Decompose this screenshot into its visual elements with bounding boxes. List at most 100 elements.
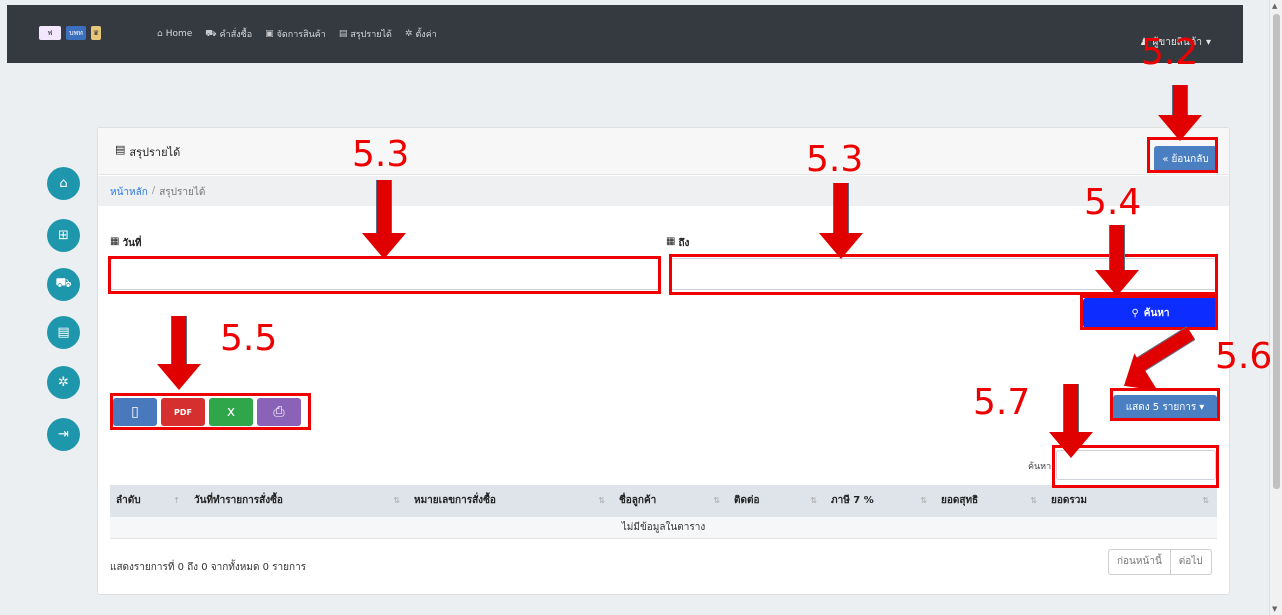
annotation-box-search bbox=[1080, 295, 1218, 330]
scroll-up-icon[interactable]: ▲ bbox=[1272, 2, 1277, 10]
report-icon: ▤ bbox=[57, 325, 70, 340]
column-header-label: ยอดสุทธิ bbox=[941, 495, 979, 506]
scroll-down-icon[interactable]: ▼ bbox=[1272, 605, 1277, 613]
revenue-card: ▤ สรุปรายได้ « ย้อนกลับ หน้าหลัก / สรุปร… bbox=[97, 127, 1230, 595]
breadcrumb-current: สรุปรายได้ bbox=[159, 187, 206, 198]
nav-orders-label: คำสั่งซื้อ bbox=[219, 30, 253, 40]
side-logout-button[interactable]: ⇥ bbox=[47, 418, 80, 451]
prev-page-button[interactable]: ก่อนหน้านี้ bbox=[1109, 550, 1170, 574]
table-empty-row: ไม่มีข้อมูลในตาราง bbox=[110, 517, 1217, 539]
breadcrumb-home[interactable]: หน้าหลัก bbox=[110, 185, 148, 200]
page-title-text: สรุปรายได้ bbox=[129, 146, 181, 159]
logout-icon: ⇥ bbox=[58, 427, 69, 442]
cart-icon: ⛟ bbox=[205, 28, 217, 39]
column-header-label: ยอดรวม bbox=[1051, 495, 1087, 506]
arrow-head-icon bbox=[1158, 115, 1202, 141]
annotation-label-5-3b: 5.3 bbox=[806, 139, 864, 180]
arrow-head-icon bbox=[819, 233, 863, 259]
arrow-head-icon bbox=[1049, 432, 1093, 458]
scrollbar[interactable]: ▲ ▼ bbox=[1269, 0, 1282, 615]
column-header[interactable]: หมายเลขการสั่งซื้อ ⇅ bbox=[408, 485, 613, 517]
annotation-label-5-3: 5.3 bbox=[352, 134, 410, 175]
side-home-button[interactable]: ⌂ bbox=[47, 167, 80, 200]
chevron-down-icon: ▾ bbox=[1205, 37, 1211, 48]
page-title: ▤ สรุปรายได้ bbox=[115, 143, 180, 161]
breadcrumb-bar: หน้าหลัก / สรุปรายได้ bbox=[98, 176, 1229, 206]
table-info: แสดงรายการที่ 0 ถึง 0 จากทั้งหมด 0 รายกา… bbox=[110, 562, 307, 573]
side-revenue-button[interactable]: ▤ bbox=[47, 316, 80, 349]
column-header[interactable]: ลำดับ ↑ bbox=[110, 485, 188, 517]
box-plus-icon: ⊞ bbox=[58, 228, 69, 243]
logo-group: ฟ บพท ♛ bbox=[39, 26, 101, 40]
column-header[interactable]: ยอดรวม ⇅ bbox=[1045, 485, 1217, 517]
logo-bpt: บพท bbox=[66, 26, 86, 40]
arrow-down-icon bbox=[833, 183, 849, 235]
nav-products-label: จัดการสินค้า bbox=[276, 30, 326, 40]
nav-products[interactable]: ▣ จัดการสินค้า bbox=[265, 27, 326, 41]
column-header-label: วันที่ทำรายการสั่งซื้อ bbox=[194, 495, 283, 506]
gear-icon: ✲ bbox=[404, 29, 413, 39]
next-page-button[interactable]: ต่อไป bbox=[1169, 550, 1211, 574]
sort-icon: ⇅ bbox=[810, 496, 817, 505]
date-to-label-text: ถึง bbox=[678, 238, 690, 249]
breadcrumb-separator: / bbox=[151, 185, 156, 196]
nav-home[interactable]: ⌂ Home bbox=[157, 27, 192, 41]
column-header[interactable]: ชื่อลูกค้า ⇅ bbox=[613, 485, 728, 517]
page: ฟ บพท ♛ ⌂ Home ⛟ คำสั่งซื้อ ▣ จัดการสินค้า … bbox=[0, 0, 1282, 615]
arrow-head-icon bbox=[157, 364, 201, 390]
table-search-label: ค้นหา: bbox=[1028, 462, 1055, 472]
logo-seal: ฟ bbox=[39, 26, 61, 40]
arrow-head-icon bbox=[1095, 270, 1139, 296]
table-header: ลำดับ ↑ วันที่ทำรายการสั่งซื้อ ⇅ หมายเลขกา… bbox=[110, 485, 1217, 517]
breadcrumb: หน้าหลัก / สรุปรายได้ bbox=[110, 185, 205, 200]
annotation-label-5-6: 5.6 bbox=[1215, 336, 1273, 377]
date-from-label-text: วันที่ bbox=[122, 238, 142, 249]
side-orders-button[interactable]: ⛟ bbox=[47, 268, 80, 301]
date-from-label: ▦ วันที่ bbox=[110, 236, 142, 251]
arrow-down-icon bbox=[1109, 225, 1125, 272]
box-icon: ▣ bbox=[265, 29, 274, 39]
column-header-label: หมายเลขการสั่งซื้อ bbox=[414, 495, 496, 506]
date-to-label: ▦ ถึง bbox=[666, 236, 689, 251]
card-header: ▤ สรุปรายได้ « ย้อนกลับ bbox=[98, 128, 1229, 175]
sort-icon: ⇅ bbox=[1202, 496, 1209, 505]
pagination: ก่อนหน้านี้ ต่อไป bbox=[1108, 549, 1212, 575]
sort-icon: ↑ bbox=[173, 496, 180, 505]
nav-revenue-label: สรุปรายได้ bbox=[350, 30, 392, 40]
arrow-down-icon bbox=[171, 316, 187, 366]
arrow-down-icon bbox=[1172, 85, 1188, 117]
calendar-icon: ▦ bbox=[666, 236, 676, 247]
sort-icon: ⇅ bbox=[598, 496, 605, 505]
nav-revenue[interactable]: ▤ สรุปรายได้ bbox=[339, 27, 392, 41]
annotation-box-back bbox=[1147, 137, 1218, 173]
calendar-icon: ▦ bbox=[110, 236, 120, 247]
annotation-label-5-7: 5.7 bbox=[973, 382, 1031, 423]
sort-icon: ⇅ bbox=[393, 496, 400, 505]
column-header-label: ภาษี 7 % bbox=[831, 495, 874, 506]
logo-crown: ♛ bbox=[91, 26, 101, 40]
annotation-label-5-4: 5.4 bbox=[1084, 182, 1142, 223]
arrow-down-icon bbox=[376, 180, 392, 235]
column-header-label: ลำดับ bbox=[116, 495, 141, 506]
side-products-button[interactable]: ⊞ bbox=[47, 219, 80, 252]
annotation-box-export bbox=[110, 393, 311, 430]
home-icon: ⌂ bbox=[157, 29, 163, 39]
annotation-box-show bbox=[1110, 388, 1220, 421]
column-header[interactable]: วันที่ทำรายการสั่งซื้อ ⇅ bbox=[188, 485, 408, 517]
column-header[interactable]: ภาษี 7 % ⇅ bbox=[825, 485, 935, 517]
report-icon: ▤ bbox=[338, 29, 348, 39]
cart-icon: ⛟ bbox=[55, 276, 72, 291]
sort-icon: ⇅ bbox=[1030, 496, 1037, 505]
annotation-label-5-5: 5.5 bbox=[220, 318, 278, 359]
arrow-down-icon bbox=[1063, 384, 1079, 434]
column-header[interactable]: ติดต่อ ⇅ bbox=[728, 485, 825, 517]
column-header[interactable]: ยอดสุทธิ ⇅ bbox=[935, 485, 1045, 517]
nav-orders[interactable]: ⛟ คำสั่งซื้อ bbox=[205, 27, 252, 41]
scroll-thumb[interactable] bbox=[1273, 14, 1280, 489]
annotation-box-date-from bbox=[108, 256, 661, 294]
nav-settings[interactable]: ✲ ตั้งค่า bbox=[405, 27, 437, 41]
side-settings-button[interactable]: ✲ bbox=[47, 366, 80, 399]
report-icon: ▤ bbox=[115, 143, 126, 156]
annotation-label-5-2: 5.2 bbox=[1141, 32, 1199, 73]
nav-settings-label: ตั้งค่า bbox=[415, 30, 437, 40]
